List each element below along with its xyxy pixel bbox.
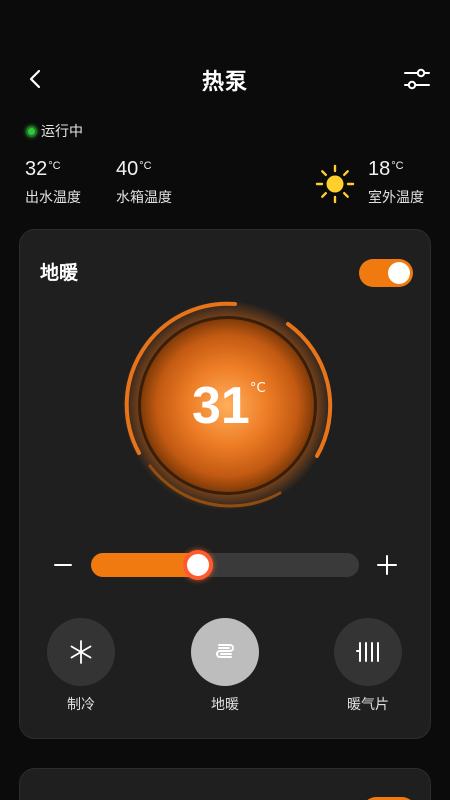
slider-thumb[interactable]: [183, 550, 214, 580]
mode-label: 制冷: [67, 697, 95, 713]
settings-button[interactable]: [402, 64, 432, 94]
mode-circle: [47, 618, 115, 686]
status-text: 运行中: [41, 124, 83, 140]
outdoor-temperature: 18°C 室外温度: [368, 158, 424, 207]
decrease-button[interactable]: [52, 550, 74, 580]
floor-heating-card: 地暖 31 °C 制冷 地暖 暖气片: [19, 229, 431, 739]
mode-floor-heating-button[interactable]: 地暖: [191, 618, 259, 714]
tank-temperature-value: 40°C: [116, 158, 152, 180]
radiator-icon: [356, 642, 379, 662]
outdoor-temperature-value: 18°C: [368, 158, 404, 180]
increase-button[interactable]: [374, 550, 400, 580]
status-dot: [26, 125, 37, 137]
power-toggle[interactable]: [359, 259, 413, 287]
tank-temperature: 40°C 水箱温度: [116, 158, 172, 207]
outdoor-temperature-label: 室外温度: [368, 190, 424, 206]
page-title: 热泵: [201, 70, 248, 95]
mode-circle: [191, 618, 259, 686]
card-title: 地暖: [40, 262, 79, 284]
setpoint-value: 31: [192, 377, 250, 435]
outlet-temperature-value: 32°C: [25, 158, 61, 180]
header: 热泵: [0, 0, 450, 120]
slider-fill: [91, 553, 199, 577]
temperature-slider[interactable]: [91, 550, 359, 580]
mode-circle: [334, 618, 402, 686]
outlet-temperature-label: 出水温度: [25, 190, 81, 206]
minus-icon: [54, 564, 72, 566]
status-indicator: 运行中: [26, 121, 83, 141]
sun-icon: [315, 164, 355, 204]
mode-cooling-button[interactable]: 制冷: [47, 618, 115, 714]
snowflake-icon: [70, 640, 92, 664]
mode-radiator-button[interactable]: 暖气片: [334, 618, 402, 714]
mode-label: 地暖: [211, 697, 239, 713]
plus-icon: [377, 555, 397, 575]
mode-label: 暖气片: [347, 697, 389, 713]
tank-temperature-label: 水箱温度: [116, 190, 172, 206]
setpoint-unit: °C: [250, 381, 266, 396]
sliders-icon: [404, 68, 430, 90]
floor-heating-icon: [216, 644, 234, 658]
toggle-knob: [388, 262, 410, 284]
secondary-card: [19, 768, 431, 800]
outlet-temperature: 32°C 出水温度: [25, 158, 81, 207]
